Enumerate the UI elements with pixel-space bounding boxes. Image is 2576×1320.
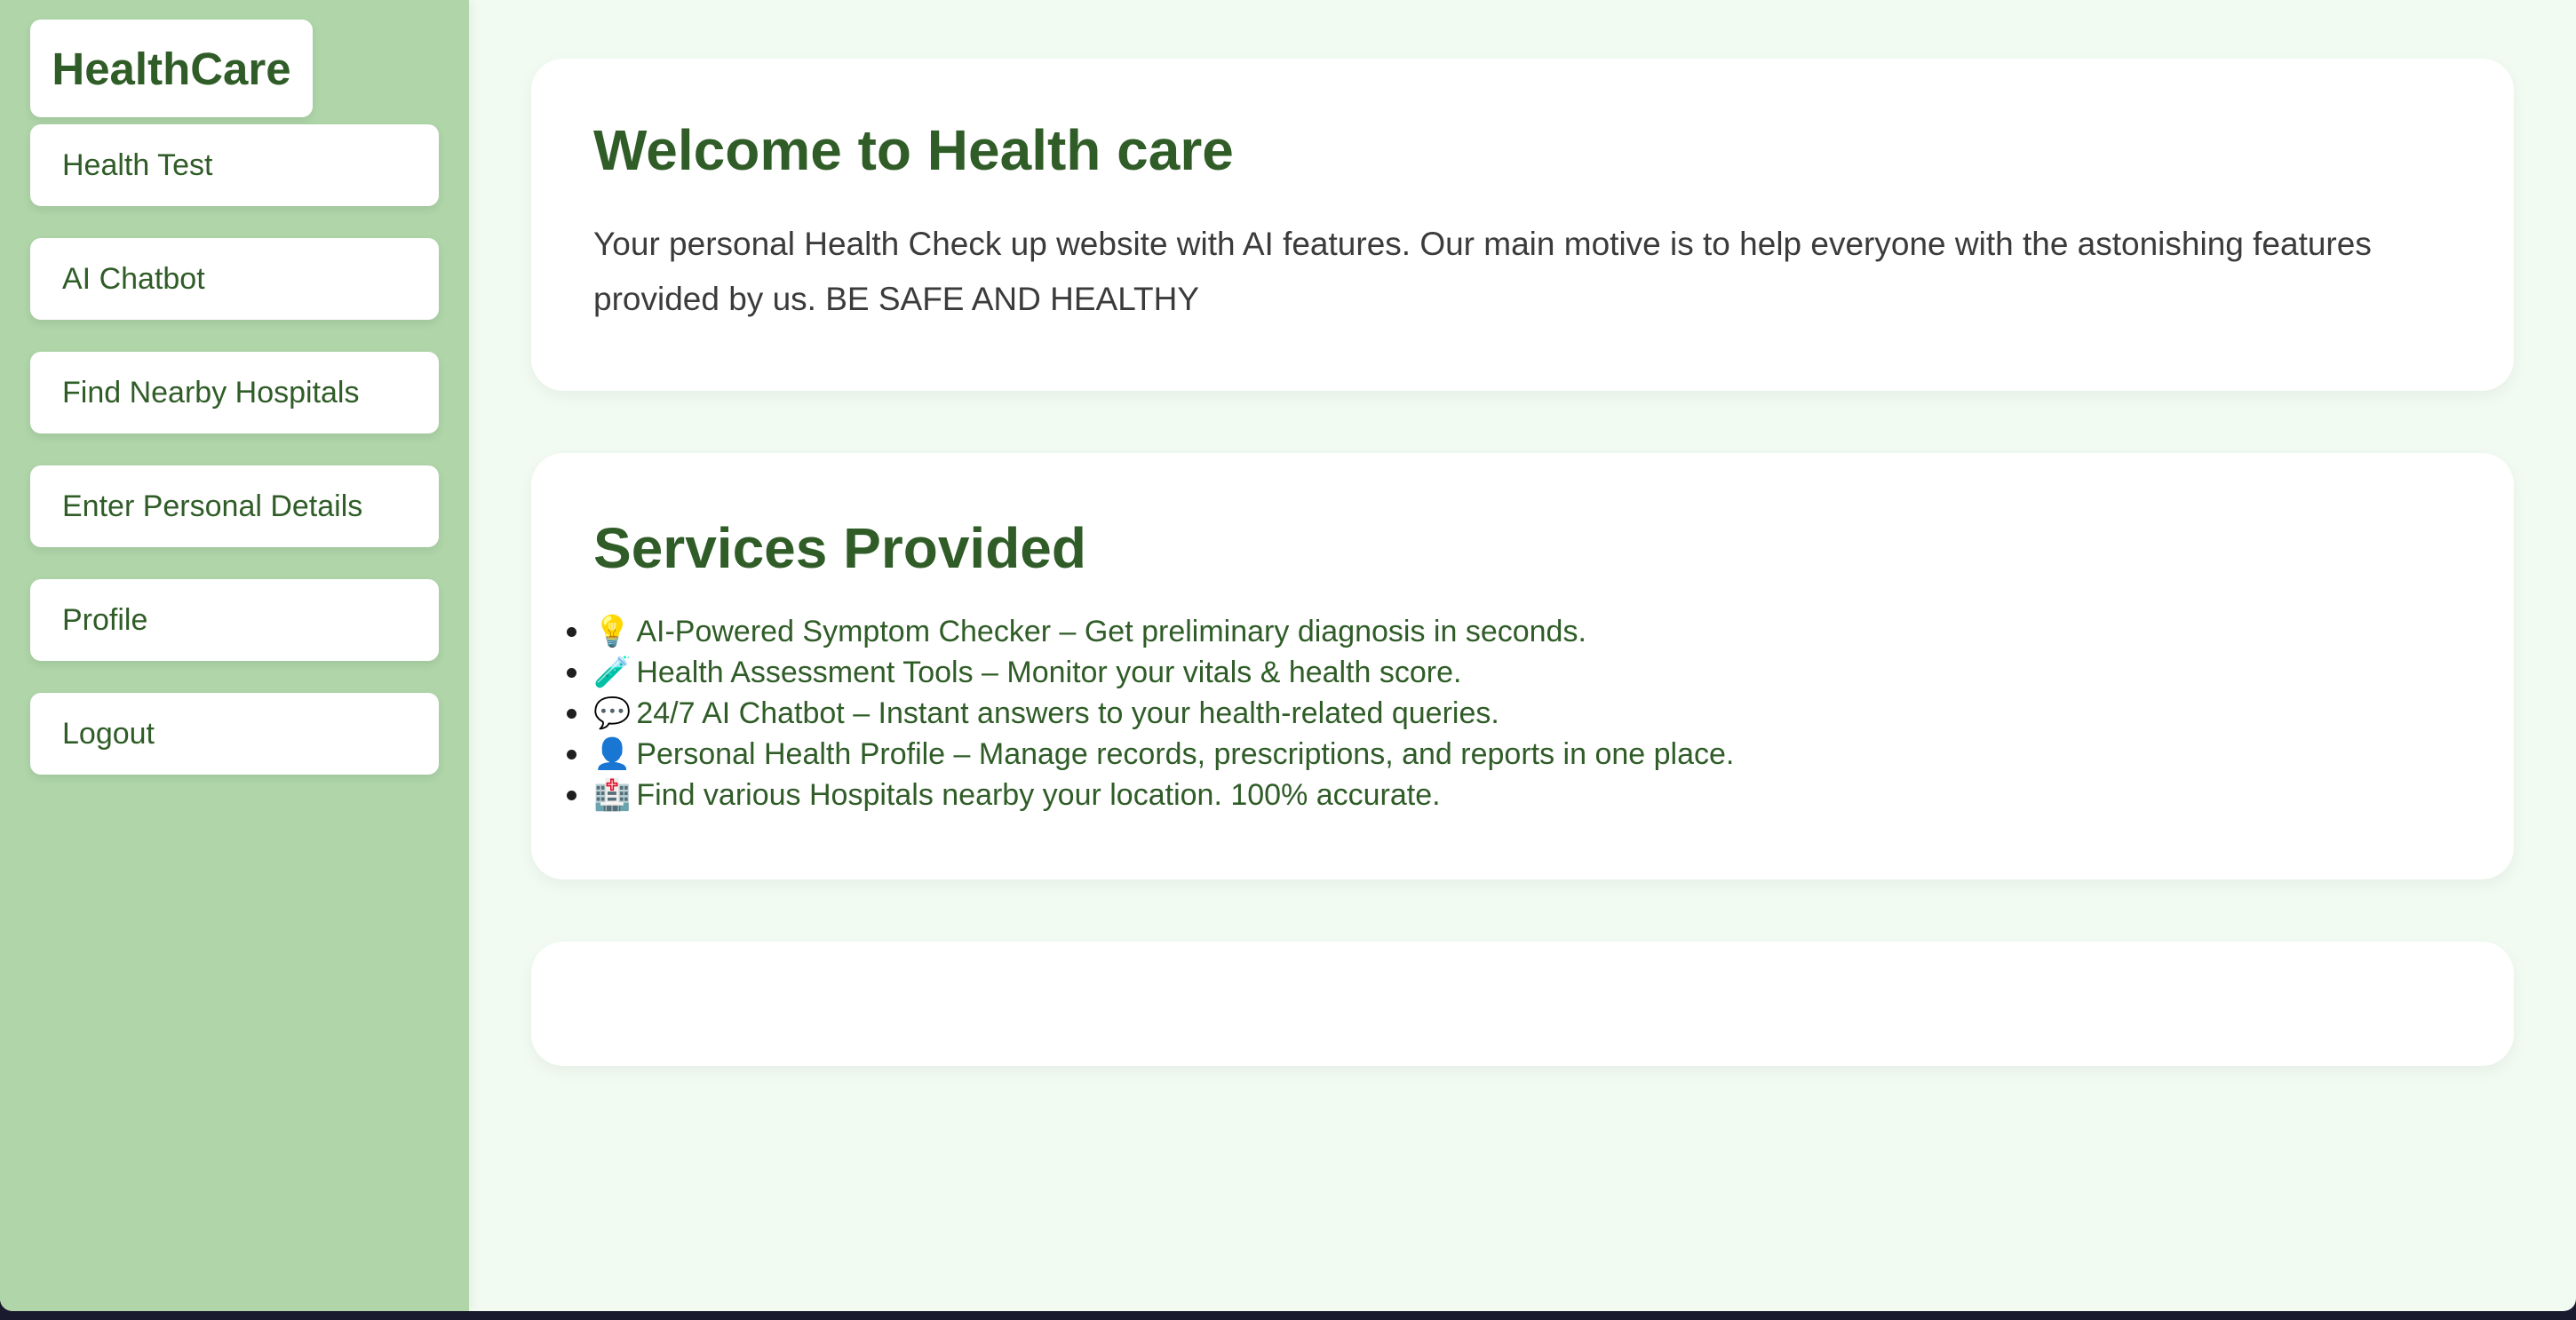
welcome-text: Your personal Health Check up website wi… (593, 226, 2372, 318)
hospital-icon: 🏥 (593, 778, 632, 813)
welcome-card: Welcome to Health care Your personal Hea… (531, 59, 2514, 391)
brand-logo[interactable]: HealthCare (30, 20, 313, 117)
service-text: AI-Powered Symptom Checker – Get prelimi… (636, 615, 1586, 649)
list-item: 💡 AI-Powered Symptom Checker – Get prelim… (567, 611, 2452, 652)
list-item: 👤 Personal Health Profile – Manage record… (567, 734, 2452, 775)
sidebar: HealthCare Health Test AI Chatbot Find N… (0, 0, 469, 1311)
list-item: 🧪 Health Assessment Tools – Monitor your … (567, 652, 2452, 693)
service-text: Find various Hospitals nearby your locat… (636, 778, 1441, 813)
services-title: Services Provided (593, 516, 1086, 580)
service-text: 24/7 AI Chatbot – Instant answers to you… (636, 696, 1499, 731)
sidebar-item-health-test[interactable]: Health Test (30, 124, 439, 206)
services-list: 💡 AI-Powered Symptom Checker – Get prelim… (567, 611, 2452, 815)
test-tube-icon: 🧪 (593, 656, 632, 690)
services-card: Services Provided 💡 AI-Powered Symptom Ch… (531, 453, 2514, 879)
sidebar-item-ai-chatbot[interactable]: AI Chatbot (30, 238, 439, 320)
list-item: 💬 24/7 AI Chatbot – Instant answers to yo… (567, 693, 2452, 734)
sidebar-item-find-nearby-hospitals[interactable]: Find Nearby Hospitals (30, 352, 439, 433)
sidebar-item-profile[interactable]: Profile (30, 579, 439, 661)
speech-bubble-icon: 💬 (593, 696, 632, 731)
app-window: HealthCare Health Test AI Chatbot Find N… (0, 0, 2576, 1311)
sidebar-item-enter-personal-details[interactable]: Enter Personal Details (30, 465, 439, 547)
main-content: Welcome to Health care Your personal Hea… (469, 0, 2576, 1311)
service-text: Health Assessment Tools – Monitor your v… (636, 656, 1462, 690)
lightbulb-icon: 💡 (593, 615, 632, 649)
sidebar-item-logout[interactable]: Logout (30, 693, 439, 775)
empty-card (531, 942, 2514, 1066)
service-text: Personal Health Profile – Manage records… (636, 737, 1735, 772)
user-silhouette-icon: 👤 (593, 737, 632, 772)
sidebar-nav: Health Test AI Chatbot Find Nearby Hospi… (30, 124, 439, 807)
list-item: 🏥 Find various Hospitals nearby your loca… (567, 775, 2452, 815)
welcome-title: Welcome to Health care (593, 118, 1234, 182)
